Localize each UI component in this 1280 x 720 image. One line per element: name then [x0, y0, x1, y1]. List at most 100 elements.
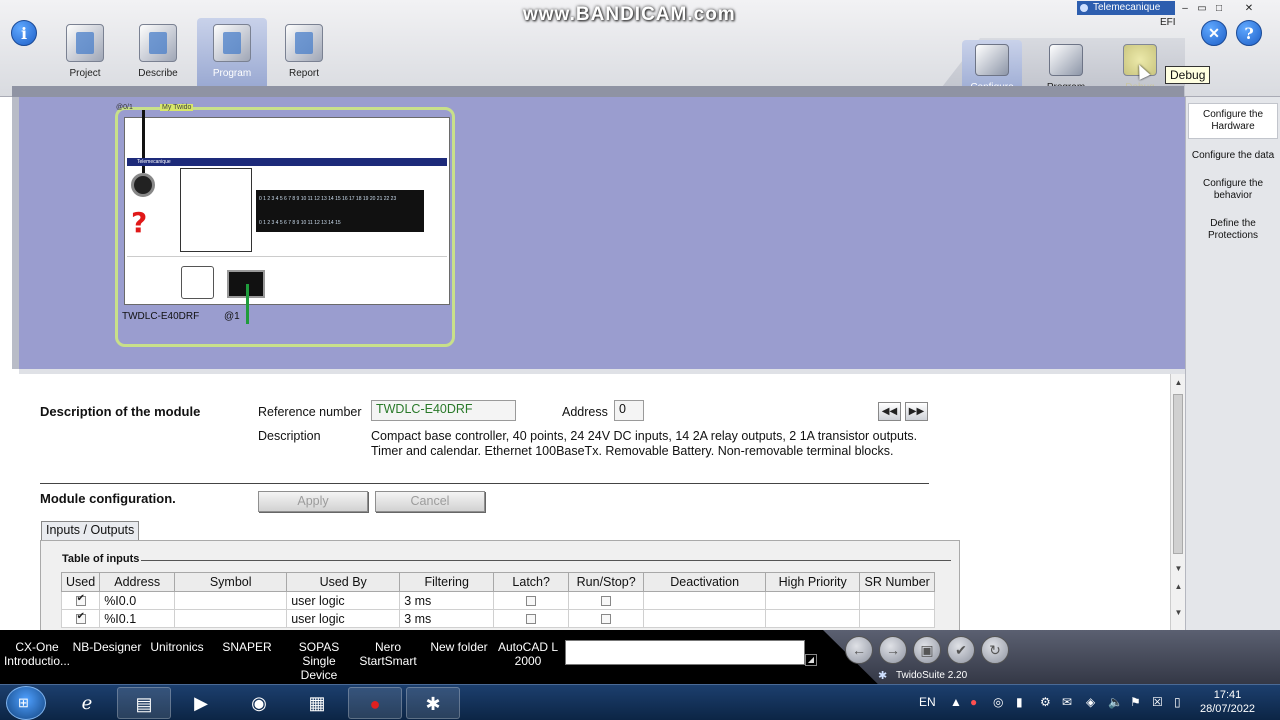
plc-selection-frame[interactable]: @0/1 My Twido Telemecanique ? 0 1 2 3 4 … [115, 104, 455, 347]
latch-checkbox[interactable] [526, 614, 537, 625]
latch-cell[interactable] [493, 591, 570, 610]
restore-icon[interactable]: ▭ [1195, 2, 1209, 15]
filtering-cell[interactable]: 3 ms [399, 591, 495, 610]
reference-number-field[interactable]: TWDLC-E40DRF [371, 400, 516, 421]
tool-program[interactable]: Program [197, 18, 267, 87]
filtering-cell[interactable]: 3 ms [399, 609, 495, 628]
side-item-configure-data[interactable]: Configure the data [1188, 145, 1278, 167]
bandicam-icon[interactable]: ● [348, 687, 402, 719]
maximize-icon[interactable]: □ [1212, 2, 1226, 15]
symbol-cell[interactable] [174, 609, 288, 628]
info-icon[interactable]: i [11, 20, 37, 46]
scroll-page-up-icon[interactable]: ▲ [1172, 580, 1185, 593]
desktop-item-sopas[interactable]: SOPAS Single Device [283, 640, 355, 682]
table-row[interactable]: %I0.0 user logic 3 ms [60, 591, 936, 610]
minimize-icon[interactable]: – [1178, 2, 1192, 15]
scrollbar-thumb[interactable] [1173, 394, 1183, 554]
col-high-priority[interactable]: High Priority [765, 572, 861, 592]
cartridge-slot[interactable] [181, 266, 214, 299]
side-item-configure-behavior[interactable]: Configure the behavior [1188, 173, 1278, 207]
action-center-icon[interactable]: ☒ [1152, 695, 1163, 709]
calculator-icon[interactable]: ▦ [290, 687, 344, 719]
run-stop-checkbox[interactable] [601, 614, 612, 625]
desktop-item-nb-designer[interactable]: NB-Designer [72, 640, 142, 654]
analyze-icon[interactable]: ✔ [947, 636, 975, 664]
desktop-item-cx-one[interactable]: CX-One Introductio... [2, 640, 72, 668]
file-explorer-icon[interactable]: ▤ [117, 687, 171, 719]
col-address[interactable]: Address [99, 572, 176, 592]
table-row[interactable]: %I0.1 user logic 3 ms [60, 609, 936, 628]
latch-checkbox[interactable] [526, 596, 537, 607]
desktop-item-snaper[interactable]: SNAPER [213, 640, 281, 654]
exit-icon[interactable]: ✕ [1201, 20, 1227, 46]
twidosuite-icon[interactable]: ✱ [406, 687, 460, 719]
used-cell[interactable] [60, 591, 101, 610]
media-player-icon[interactable]: ▶ [174, 687, 228, 719]
deactivation-cell[interactable] [643, 591, 767, 610]
scroll-down-icon[interactable]: ▼ [1172, 562, 1185, 575]
used-checkbox[interactable] [75, 593, 86, 607]
expand-icon[interactable]: ◢ [805, 654, 817, 666]
scroll-page-down-icon[interactable]: ▼ [1172, 606, 1185, 619]
col-used-by[interactable]: Used By [286, 572, 401, 592]
network-icon[interactable]: ▮ [1016, 695, 1023, 709]
col-used[interactable]: Used [60, 572, 101, 592]
vertical-scrollbar[interactable]: ▲ ▼ ▲ ▼ [1170, 374, 1185, 630]
desktop-item-new-folder[interactable]: New folder [425, 640, 493, 654]
high-priority-cell[interactable] [765, 609, 861, 628]
apply-button[interactable]: Apply [258, 491, 368, 512]
sr-number-cell[interactable] [859, 591, 936, 610]
refresh-icon[interactable]: ↻ [981, 636, 1009, 664]
side-item-define-protections[interactable]: Define the Protections [1188, 213, 1278, 247]
side-item-configure-hardware[interactable]: Configure the Hardware [1188, 103, 1278, 139]
latch-cell[interactable] [493, 609, 570, 628]
col-symbol[interactable]: Symbol [174, 572, 288, 592]
col-filtering[interactable]: Filtering [399, 572, 495, 592]
hardware-canvas[interactable]: @0/1 My Twido Telemecanique ? 0 1 2 3 4 … [12, 97, 1185, 369]
high-priority-cell[interactable] [765, 591, 861, 610]
used-checkbox[interactable] [75, 611, 86, 625]
previous-module-button[interactable]: ◀◀ [878, 402, 901, 421]
deactivation-cell[interactable] [643, 609, 767, 628]
start-button[interactable]: ⊞ [6, 686, 46, 720]
taskbar-clock[interactable]: 17:41 28/07/2022 [1200, 688, 1255, 716]
back-icon[interactable]: ← [845, 636, 873, 664]
desktop-item-nero[interactable]: Nero StartSmart [355, 640, 421, 668]
tool-report[interactable]: Report [269, 18, 339, 84]
col-latch[interactable]: Latch? [493, 572, 570, 592]
battery-icon[interactable]: ▯ [1174, 695, 1181, 709]
run-stop-checkbox[interactable] [601, 596, 612, 607]
desktop-item-unitronics[interactable]: Unitronics [143, 640, 211, 654]
tool-describe[interactable]: Describe [123, 18, 193, 84]
col-sr-number[interactable]: SR Number [859, 572, 936, 592]
col-run-stop[interactable]: Run/Stop? [568, 572, 645, 592]
record-icon[interactable]: ● [970, 695, 977, 709]
sr-number-cell[interactable] [859, 609, 936, 628]
scroll-up-icon[interactable]: ▲ [1172, 376, 1185, 389]
forward-icon[interactable]: → [879, 636, 907, 664]
run-stop-cell[interactable] [568, 609, 645, 628]
tab-inputs-outputs[interactable]: Inputs / Outputs [41, 521, 140, 541]
tray-notification-icon[interactable]: ✉ [1062, 695, 1072, 709]
help-icon[interactable]: ? [1236, 20, 1262, 46]
run-stop-cell[interactable] [568, 591, 645, 610]
plc-expansion-panel[interactable] [180, 168, 252, 252]
status-message-field[interactable] [565, 640, 805, 665]
tray-expand-icon[interactable]: ▲ [950, 695, 962, 709]
flag-icon[interactable]: ⚑ [1130, 695, 1141, 709]
address-field[interactable]: 0 [614, 400, 644, 421]
language-indicator[interactable]: EN [919, 695, 936, 709]
tool-project[interactable]: Project [50, 18, 120, 84]
close-icon[interactable]: ✕ [1242, 2, 1256, 15]
desktop-item-autocad[interactable]: AutoCAD L 2000 [495, 640, 561, 668]
symbol-cell[interactable] [174, 591, 288, 610]
tray-app-icon[interactable]: ◎ [993, 695, 1003, 709]
tray-security-icon[interactable]: ◈ [1086, 695, 1095, 709]
internet-explorer-icon[interactable]: ℯ [60, 687, 114, 719]
plc-controller[interactable]: Telemecanique ? 0 1 2 3 4 5 6 7 8 9 10 1… [124, 110, 450, 324]
volume-icon[interactable]: 🔈 [1108, 695, 1123, 709]
tray-settings-icon[interactable]: ⚙ [1040, 695, 1051, 709]
col-deactivation[interactable]: Deactivation [643, 572, 767, 592]
next-module-button[interactable]: ▶▶ [905, 402, 928, 421]
used-cell[interactable] [60, 609, 101, 628]
